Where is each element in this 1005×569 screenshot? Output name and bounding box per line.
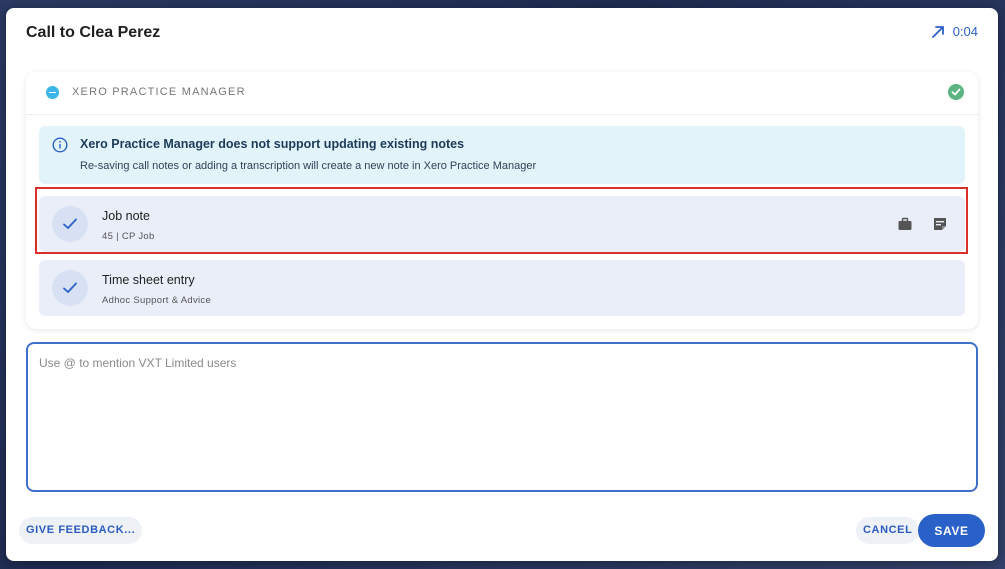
entry-subtitle: 45 | CP Job <box>102 231 155 242</box>
integration-card: XERO PRACTICE MANAGER Xero Practice Mana… <box>26 72 978 329</box>
call-notes-input[interactable] <box>39 356 959 476</box>
info-banner: Xero Practice Manager does not support u… <box>39 126 965 184</box>
integration-header: XERO PRACTICE MANAGER <box>26 72 978 115</box>
integration-name: XERO PRACTICE MANAGER <box>72 86 246 98</box>
info-title: Xero Practice Manager does not support u… <box>80 137 465 151</box>
entry-title: Time sheet entry <box>102 273 195 287</box>
entry-title: Job note <box>102 209 150 223</box>
cancel-button[interactable]: CANCEL <box>856 517 920 544</box>
give-feedback-button[interactable]: GIVE FEEDBACK... <box>19 517 143 544</box>
dialog-title: Call to Clea Perez <box>26 24 161 41</box>
check-icon[interactable] <box>52 270 88 306</box>
save-button[interactable]: SAVE <box>918 514 985 547</box>
check-circle-icon <box>948 84 964 100</box>
call-notes-editor[interactable] <box>26 342 978 492</box>
note-icon[interactable] <box>932 216 948 232</box>
time-sheet-entry[interactable]: Time sheet entry Adhoc Support & Advice <box>39 260 965 316</box>
check-icon[interactable] <box>52 206 88 242</box>
xero-logo-icon <box>46 86 59 99</box>
entry-subtitle: Adhoc Support & Advice <box>102 295 212 306</box>
info-text: Re-saving call notes or adding a transcr… <box>80 160 537 172</box>
arrow-outgoing-icon <box>931 25 945 39</box>
job-note-entry[interactable]: Job note 45 | CP Job <box>39 196 965 252</box>
call-meta: 0:04 <box>931 24 978 39</box>
dialog-header: Call to Clea Perez 0:04 <box>26 24 978 46</box>
call-notes-dialog: Call to Clea Perez 0:04 XERO PRACTICE MA… <box>6 8 998 561</box>
info-icon <box>52 137 68 158</box>
call-duration: 0:04 <box>952 24 978 39</box>
briefcase-icon[interactable] <box>897 216 913 232</box>
